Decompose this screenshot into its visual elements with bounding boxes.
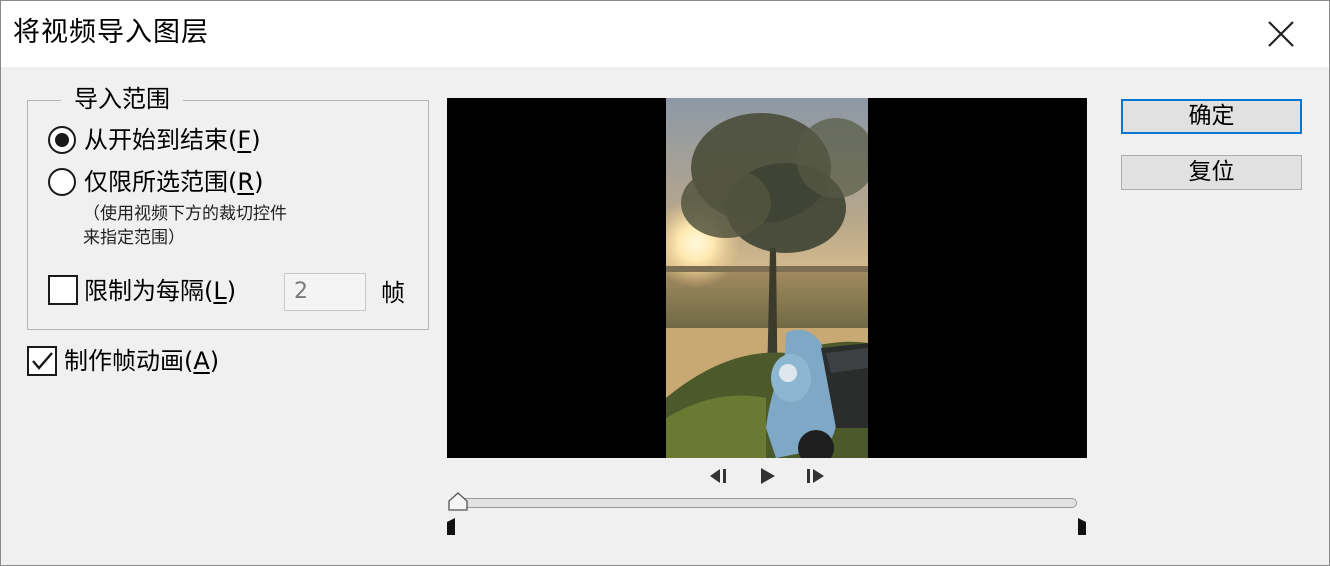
play-icon	[761, 468, 775, 484]
previous-frame-icon	[710, 469, 726, 483]
radio-start-to-end[interactable]	[48, 126, 76, 154]
frame-interval-input[interactable]: 2	[284, 273, 366, 311]
next-frame-button[interactable]	[803, 465, 829, 487]
limit-every-label[interactable]: 限制为每隔(L)	[84, 275, 236, 307]
play-button[interactable]	[755, 465, 781, 487]
video-scrubber-thumb[interactable]	[447, 491, 469, 513]
video-frame-image	[666, 98, 868, 458]
video-preview	[447, 98, 1087, 458]
import-video-dialog: 将视频导入图层 导入范围 从开始到结束(F) 仅限所选范围(R) （使用视频下方…	[0, 0, 1330, 566]
trim-start-icon	[447, 518, 455, 535]
close-icon	[1268, 21, 1294, 47]
ok-button[interactable]: 确定	[1121, 99, 1302, 134]
limit-every-checkbox[interactable]	[48, 275, 78, 305]
radio-selected-range[interactable]	[48, 168, 76, 196]
playhead-icon	[448, 492, 468, 511]
trim-end-handle[interactable]	[1076, 516, 1088, 536]
next-frame-icon	[807, 469, 824, 483]
checkmark-icon	[32, 352, 53, 370]
video-scrubber-track[interactable]	[457, 498, 1077, 508]
make-frame-animation-checkbox[interactable]	[27, 346, 57, 376]
radio-selected-range-label[interactable]: 仅限所选范围(R)	[84, 166, 263, 198]
trim-start-handle[interactable]	[445, 516, 457, 536]
title-bar: 将视频导入图层	[1, 1, 1329, 67]
range-note-line1: （使用视频下方的裁切控件	[83, 204, 287, 224]
range-note-line2: 来指定范围）	[83, 228, 185, 248]
import-range-legend: 导入范围	[61, 83, 183, 115]
previous-frame-button[interactable]	[706, 465, 732, 487]
reset-button[interactable]: 复位	[1121, 155, 1302, 190]
frame-unit-label: 帧	[381, 279, 405, 307]
trim-end-icon	[1078, 518, 1086, 535]
dialog-title: 将视频导入图层	[13, 17, 209, 48]
close-button[interactable]	[1257, 11, 1303, 57]
make-frame-animation-label[interactable]: 制作帧动画(A)	[64, 345, 219, 377]
radio-start-to-end-label[interactable]: 从开始到结束(F)	[84, 124, 261, 156]
